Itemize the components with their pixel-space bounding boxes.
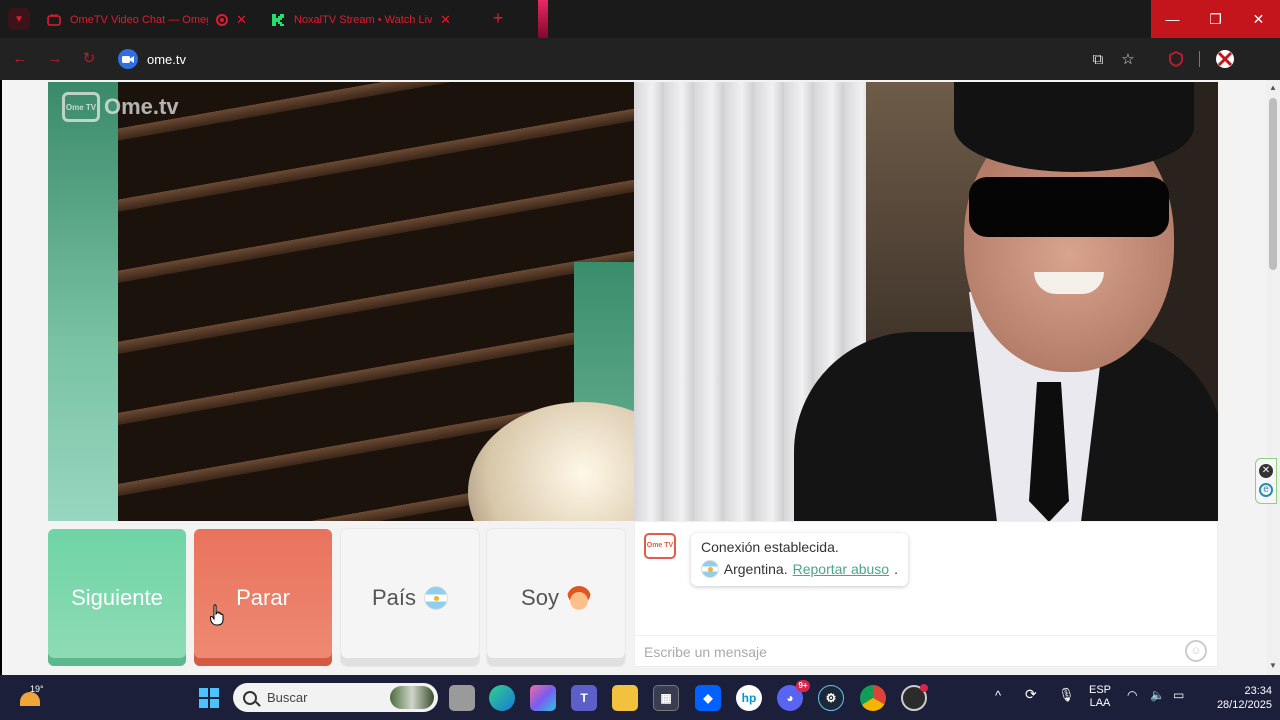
wifi-icon[interactable]: ◠ bbox=[1127, 689, 1137, 702]
obs-icon[interactable] bbox=[901, 684, 928, 711]
sync-icon[interactable]: ⟳ bbox=[1025, 687, 1037, 701]
tab-title: OmeTV Video Chat — Omegle bbox=[70, 14, 208, 26]
steam-icon[interactable]: ⚙ bbox=[818, 685, 844, 711]
close-extension-icon[interactable]: ✕ bbox=[1259, 464, 1273, 478]
recording-icon bbox=[216, 14, 228, 26]
edge-icon[interactable] bbox=[489, 685, 515, 711]
discord-notification-badge: 9+ bbox=[796, 680, 810, 692]
scroll-thumb[interactable] bbox=[1269, 98, 1277, 270]
ometv-logo-icon: Ome TV bbox=[62, 92, 100, 122]
stop-button[interactable]: Parar bbox=[194, 529, 332, 666]
search-highlight-image bbox=[390, 686, 434, 709]
stop-button-label: Parar bbox=[236, 584, 290, 610]
argentina-flag-icon bbox=[701, 560, 719, 578]
tab-search-button[interactable]: ▼ bbox=[8, 8, 30, 30]
weather-icon bbox=[20, 692, 40, 706]
forward-button[interactable]: → bbox=[44, 50, 66, 68]
next-button-label: Siguiente bbox=[71, 584, 163, 610]
show-hidden-icons-button[interactable]: ^ bbox=[995, 689, 1001, 702]
weather-widget[interactable]: 19° bbox=[18, 684, 44, 710]
search-icon bbox=[243, 690, 257, 705]
chat-divider bbox=[634, 635, 1218, 636]
search-label: Buscar bbox=[267, 690, 308, 705]
country-button-label: País bbox=[371, 584, 417, 610]
chrome-icon[interactable] bbox=[860, 685, 886, 711]
dropbox-icon[interactable]: ◆ bbox=[695, 685, 721, 711]
camera-icon[interactable] bbox=[118, 49, 138, 69]
maximize-button[interactable]: ❐ bbox=[1194, 0, 1237, 38]
connection-status: Conexión establecida. bbox=[701, 539, 839, 555]
clock-time: 23:34 bbox=[1244, 685, 1272, 697]
task-view-icon[interactable] bbox=[449, 685, 475, 711]
microphone-icon[interactable]: 🎙 bbox=[1058, 688, 1075, 701]
ometv-logo-text: Ome.tv bbox=[104, 94, 179, 119]
gender-select-button[interactable]: Soy bbox=[487, 529, 625, 666]
remote-video bbox=[634, 82, 1218, 521]
emoji-icon[interactable]: ☺ bbox=[1185, 640, 1207, 662]
teams-icon[interactable]: T bbox=[571, 685, 597, 711]
close-tab-icon[interactable]: ✕ bbox=[236, 12, 247, 28]
language-indicator[interactable]: ESP LAA bbox=[1087, 684, 1113, 710]
bookmark-star-icon[interactable]: ☆ bbox=[1117, 48, 1139, 70]
close-tab-icon[interactable]: ✕ bbox=[440, 12, 451, 28]
discord-icon[interactable]: ◕ 9+ bbox=[777, 680, 810, 711]
ometv-tab-icon bbox=[46, 12, 62, 28]
profile-avatar[interactable] bbox=[1214, 48, 1236, 70]
tab-noxaltv[interactable]: NoxalTV Stream • Watch Live ✕ bbox=[262, 6, 459, 34]
copilot-icon[interactable] bbox=[530, 685, 556, 711]
hand-cursor-icon bbox=[210, 604, 224, 626]
gender-button-label: Soy bbox=[521, 584, 559, 610]
country-filter-button[interactable]: País bbox=[341, 529, 479, 666]
microsoft-store-icon[interactable]: ▦ bbox=[653, 685, 679, 711]
reload-button[interactable]: ↻ bbox=[78, 50, 100, 68]
report-suffix: . bbox=[894, 561, 898, 577]
ometv-logo: Ome TV Ome.tv bbox=[62, 92, 179, 122]
page-scrollbar[interactable]: ▲ ▼ bbox=[1266, 80, 1280, 675]
close-window-button[interactable]: ✕ bbox=[1237, 0, 1280, 38]
extension-icon[interactable] bbox=[1165, 48, 1187, 70]
battery-icon[interactable]: ▭ bbox=[1173, 689, 1184, 702]
side-extension-panel[interactable]: ✕ e bbox=[1255, 458, 1277, 504]
message-input[interactable] bbox=[644, 641, 1174, 663]
tab-title: NoxalTV Stream • Watch Live bbox=[294, 14, 432, 26]
weather-temp: 19° bbox=[30, 684, 44, 694]
extension-e-icon[interactable]: e bbox=[1259, 483, 1273, 497]
boy-emoji-icon bbox=[566, 585, 591, 610]
partner-country: Argentina. bbox=[723, 561, 788, 577]
windows-start-icon[interactable] bbox=[196, 685, 222, 711]
back-button[interactable]: ← bbox=[9, 50, 31, 68]
install-app-icon[interactable]: ⧉ bbox=[1087, 48, 1109, 70]
next-button[interactable]: Siguiente bbox=[48, 529, 186, 666]
tab-ometv[interactable]: OmeTV Video Chat — Omegle ✕ bbox=[38, 6, 255, 34]
volume-icon[interactable]: 🔈 bbox=[1150, 689, 1165, 702]
kick-icon bbox=[270, 12, 286, 28]
hp-icon[interactable]: hp bbox=[736, 685, 762, 711]
obs-recording-dot bbox=[920, 684, 928, 692]
system-message: Conexión establecida. Argentina. Reporta… bbox=[691, 533, 908, 586]
local-video bbox=[48, 82, 634, 521]
report-abuse-link[interactable]: Reportar abuso bbox=[793, 561, 890, 577]
toolbar-divider bbox=[1199, 51, 1200, 67]
ometv-chat-icon: Ome TV bbox=[644, 533, 676, 559]
taskbar-search[interactable]: Buscar bbox=[233, 683, 438, 712]
address-bar[interactable]: ome.tv bbox=[147, 52, 186, 67]
file-explorer-icon[interactable] bbox=[612, 685, 638, 711]
new-tab-button[interactable]: + bbox=[488, 8, 508, 28]
system-clock[interactable]: 23:34 28/12/2025 bbox=[1200, 684, 1272, 712]
minimize-button[interactable]: — bbox=[1151, 0, 1194, 38]
argentina-flag-icon bbox=[424, 585, 449, 610]
scroll-up-arrow[interactable]: ▲ bbox=[1269, 84, 1277, 92]
clock-date: 28/12/2025 bbox=[1216, 699, 1272, 711]
scroll-down-arrow[interactable]: ▼ bbox=[1269, 662, 1277, 670]
